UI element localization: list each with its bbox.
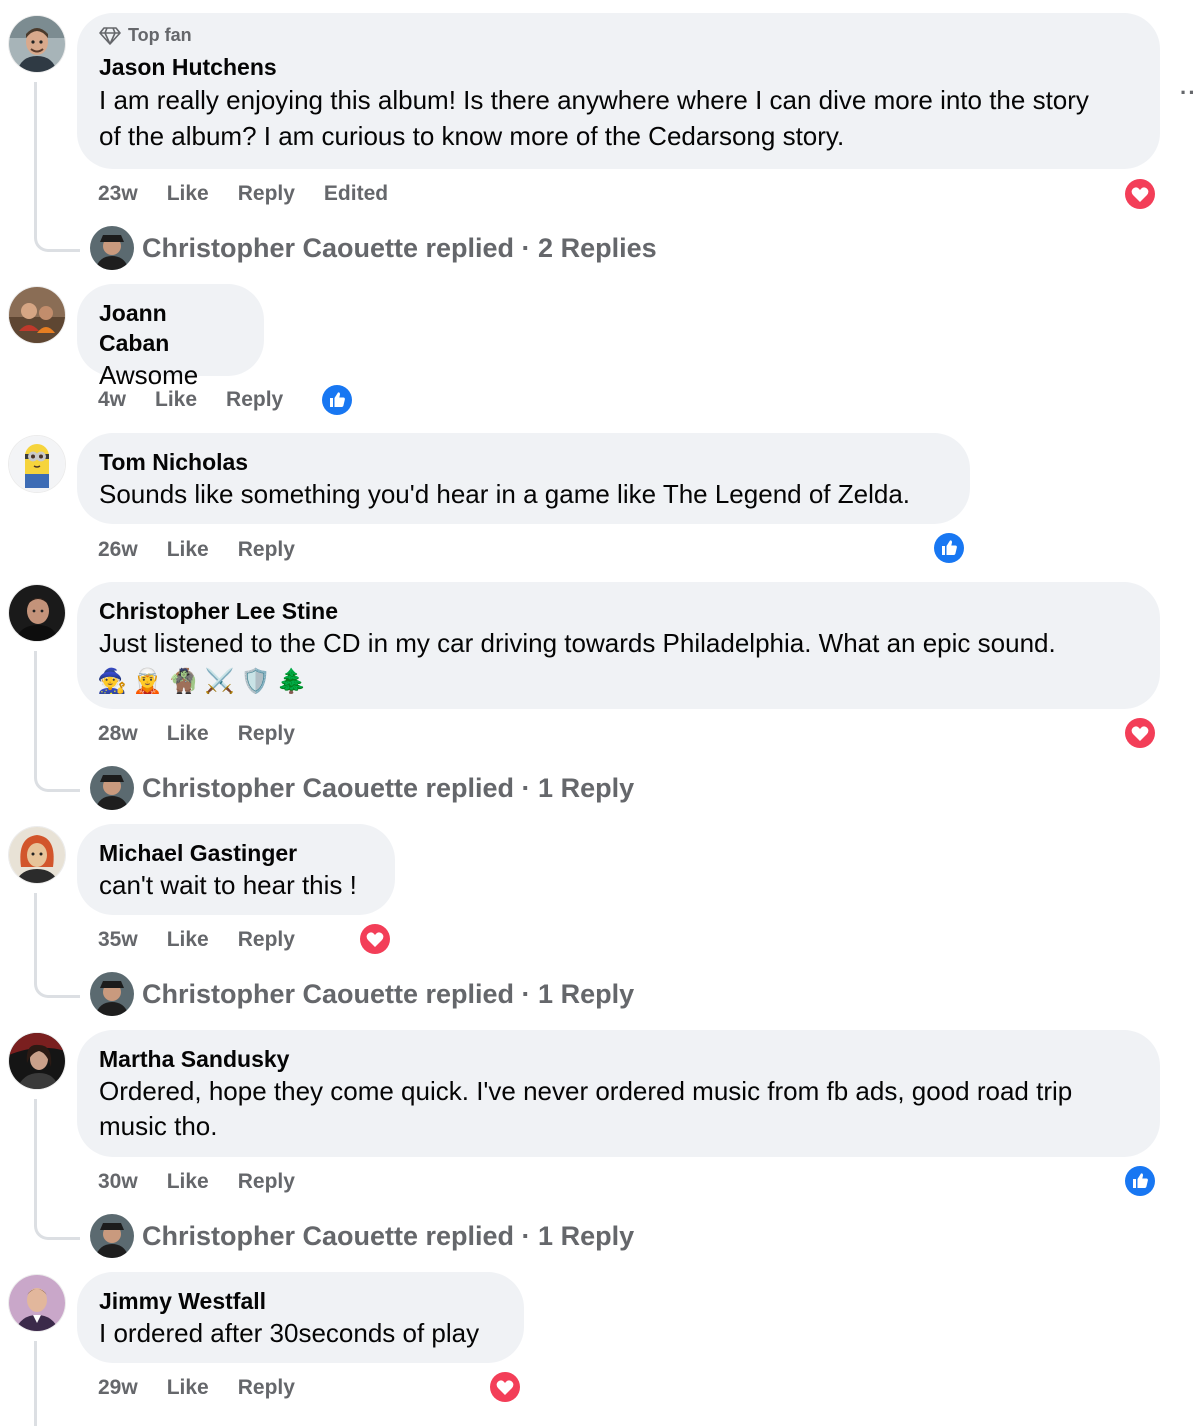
reply-button[interactable]: Reply — [238, 182, 295, 206]
comment-actions: 4w Like Reply — [98, 388, 283, 412]
comment-bubble: Christopher Lee Stine Just listened to t… — [77, 582, 1160, 709]
comment-author[interactable]: Joann Caban — [99, 298, 242, 358]
love-reaction-icon[interactable] — [488, 1370, 522, 1404]
reply-button[interactable]: Reply — [238, 722, 295, 746]
emoji: 🛡️ — [240, 668, 271, 695]
diamond-icon — [99, 26, 121, 45]
like-button[interactable]: Like — [167, 1376, 209, 1400]
avatar[interactable] — [9, 585, 65, 641]
reply-button[interactable]: Reply — [238, 1170, 295, 1194]
avatar[interactable] — [9, 827, 65, 883]
view-replies-link[interactable]: Christopher Caouette replied · 2 Replies — [90, 226, 657, 270]
comment-bubble: Michael Gastinger can't wait to hear thi… — [77, 824, 395, 915]
like-button[interactable]: Like — [167, 722, 209, 746]
avatar[interactable] — [9, 1033, 65, 1089]
avatar — [90, 226, 134, 270]
thread-line — [34, 651, 37, 764]
edited-label: Edited — [323, 182, 389, 205]
like-button[interactable]: Like — [167, 1170, 209, 1194]
replies-label[interactable]: Christopher Caouette replied · 1 Reply — [142, 773, 634, 804]
comment-actions: 35w Like Reply — [98, 928, 295, 952]
comment-actions: 30w Like Reply — [98, 1170, 295, 1194]
comment-time[interactable]: 26w — [98, 538, 138, 562]
comment-author[interactable]: Tom Nicholas — [99, 447, 948, 477]
avatar[interactable] — [9, 16, 65, 72]
reply-button[interactable]: Reply — [226, 388, 283, 412]
comment-text-line: Awsome — [99, 360, 199, 390]
emoji-row: 🧙 🧝 🧌 ⚔️ 🛡️ 🌲 — [97, 666, 1138, 698]
comment-actions: 26w Like Reply — [98, 538, 295, 562]
avatar — [90, 1214, 134, 1258]
thread-line — [34, 1099, 37, 1212]
thread-line — [34, 893, 37, 970]
emoji: 🧙 — [97, 668, 127, 695]
comment-time[interactable]: 23w — [98, 182, 138, 206]
comment-text-line: I ordered after 30seconds of play — [99, 1318, 480, 1348]
comment-text-line: Sounds like something you'd hear in a ga… — [99, 479, 911, 509]
reply-button[interactable]: Reply — [238, 1376, 295, 1400]
thread-connector — [34, 970, 80, 998]
more-options-icon[interactable]: ·· — [1180, 80, 1197, 106]
like-reaction-icon[interactable] — [320, 383, 354, 417]
emoji: 🧌 — [168, 668, 199, 695]
comment-author[interactable]: Michael Gastinger — [99, 838, 373, 868]
comment-actions: 29w Like Reply — [98, 1376, 295, 1400]
like-reaction-icon[interactable] — [932, 531, 966, 565]
replies-label[interactable]: Christopher Caouette replied · 2 Replies — [142, 233, 657, 264]
emoji: 🧝 — [132, 668, 163, 695]
replies-label[interactable]: Christopher Caouette replied · 1 Reply — [142, 1221, 634, 1252]
like-button[interactable]: Like — [167, 182, 209, 206]
comment-author[interactable]: Jimmy Westfall — [99, 1286, 502, 1316]
love-reaction-icon[interactable] — [358, 922, 392, 956]
view-replies-link[interactable]: Christopher Caouette replied · 1 Reply — [90, 766, 634, 810]
view-replies-link[interactable]: Christopher Caouette replied · 1 Reply — [90, 1214, 634, 1258]
comment-actions: 28w Like Reply — [98, 722, 295, 746]
reply-button[interactable]: Reply — [238, 538, 295, 562]
comment-bubble: Joann Caban Awsome — [77, 284, 264, 390]
replies-label[interactable]: Christopher Caouette replied · 1 Reply — [142, 979, 634, 1010]
love-reaction-icon[interactable] — [1123, 716, 1157, 750]
comment-bubble: Top fan Jason Hutchens I am really enjoy… — [77, 13, 1160, 169]
comment-bubble: Martha Sandusky Ordered, hope they come … — [77, 1030, 1160, 1157]
like-button[interactable]: Like — [167, 538, 209, 562]
thread-connector — [34, 764, 80, 792]
comment-text-line: Ordered, hope they come quick. I've neve… — [99, 1076, 1073, 1106]
avatar — [90, 766, 134, 810]
comment-text-line: music tho. — [99, 1111, 218, 1141]
like-button[interactable]: Like — [155, 388, 197, 412]
comment-text-line: I am really enjoying this album! Is ther… — [99, 85, 1089, 115]
comment-author[interactable]: Martha Sandusky — [99, 1044, 1138, 1074]
emoji: ⚔️ — [204, 668, 235, 695]
avatar[interactable] — [9, 287, 65, 343]
like-button[interactable]: Like — [167, 928, 209, 952]
top-fan-badge: Top fan — [99, 25, 1138, 46]
thread-connector — [34, 224, 80, 252]
comment-time[interactable]: 30w — [98, 1170, 138, 1194]
comment-bubble: Tom Nicholas Sounds like something you'd… — [77, 433, 970, 524]
emoji: 🌲 — [276, 668, 307, 695]
thread-line — [34, 82, 37, 224]
comment-time[interactable]: 35w — [98, 928, 138, 952]
comment-time[interactable]: 28w — [98, 722, 138, 746]
view-replies-link[interactable]: Christopher Caouette replied · 1 Reply — [90, 972, 634, 1016]
thread-connector — [34, 1212, 80, 1240]
comment-bubble: Jimmy Westfall I ordered after 30seconds… — [77, 1272, 524, 1363]
like-reaction-icon[interactable] — [1123, 1164, 1157, 1198]
comment-actions: 23w Like Reply Edited — [98, 182, 388, 206]
avatar[interactable] — [9, 436, 65, 492]
comment-text-line: of the album? I am curious to know more … — [99, 121, 845, 151]
comment-author[interactable]: Jason Hutchens — [99, 52, 1138, 82]
love-reaction-icon[interactable] — [1123, 177, 1157, 211]
comment-time[interactable]: 29w — [98, 1376, 138, 1400]
reply-button[interactable]: Reply — [238, 928, 295, 952]
badge-label: Top fan — [128, 25, 192, 45]
thread-line — [34, 1341, 37, 1426]
comment-text-line: can't wait to hear this ! — [99, 870, 357, 900]
comment-text-line: Just listened to the CD in my car drivin… — [99, 628, 1056, 658]
comment-time[interactable]: 4w — [98, 388, 126, 412]
comment-author[interactable]: Christopher Lee Stine — [99, 596, 1138, 626]
avatar[interactable] — [9, 1275, 65, 1331]
avatar — [90, 972, 134, 1016]
